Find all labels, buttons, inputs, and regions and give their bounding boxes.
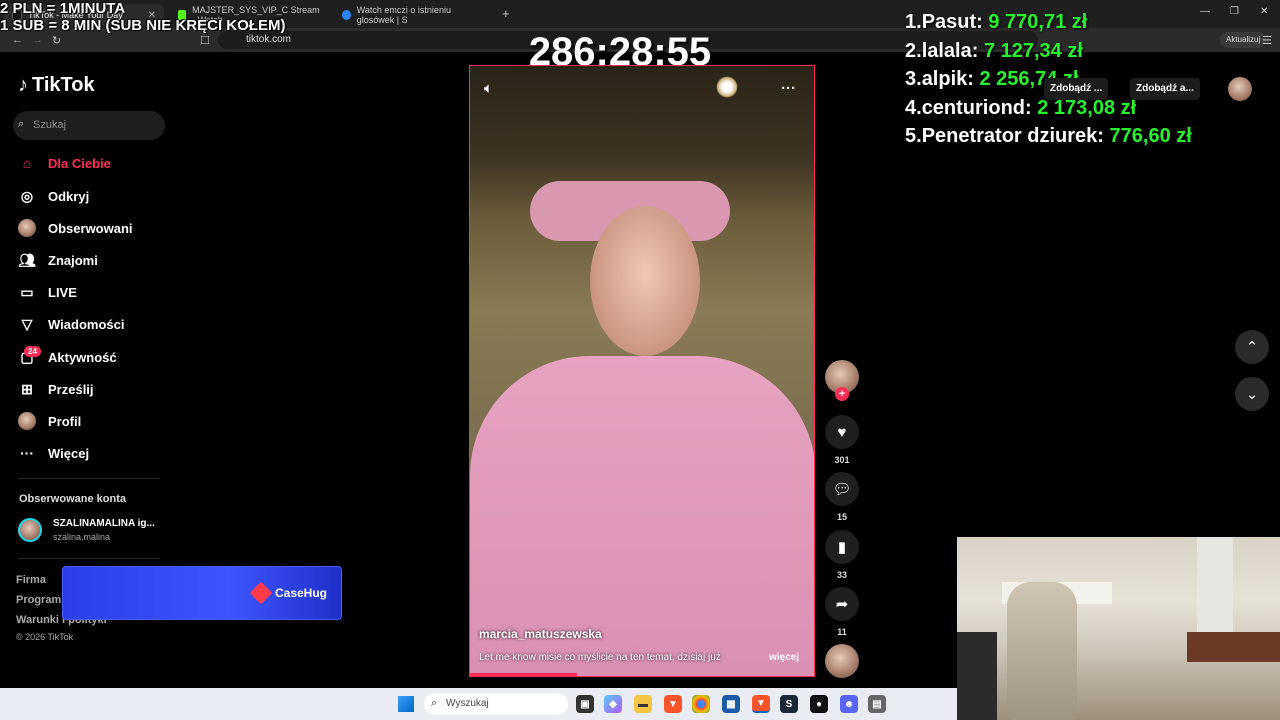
video-caption: Let me know misie co myślicie na ten tem…: [479, 652, 721, 663]
video-player[interactable]: [469, 65, 815, 677]
sub-rate-text: 1 SUB = 8 MIN (SUB NIE KRĘCI KOŁEM): [0, 17, 286, 34]
webcam-frame: [957, 632, 997, 720]
forward-icon[interactable]: →: [32, 34, 43, 46]
globe-favicon-icon: [342, 10, 351, 20]
share-icon: ➦: [835, 596, 849, 613]
like-button[interactable]: ♥: [825, 415, 859, 449]
nav-friends[interactable]: 👥︎ Znajomi: [18, 249, 98, 271]
leaderboard-row: 2.lalala: 7 127,34 zł: [905, 39, 1083, 62]
avatar: [18, 412, 36, 430]
send-icon: ▽: [21, 315, 33, 332]
more-icon: ···: [20, 445, 34, 461]
share-button[interactable]: ➦: [825, 587, 859, 621]
heart-icon: ♥: [837, 423, 847, 441]
search-icon: ⌕: [18, 118, 25, 130]
nav-explore[interactable]: ◎ Odkryj: [18, 185, 89, 207]
casehug-logo-icon: [249, 581, 273, 605]
nav-live[interactable]: ▭ LIVE: [18, 281, 77, 303]
video-frame: [716, 76, 738, 98]
live-tv-icon: ▭: [20, 283, 34, 300]
divider: [18, 558, 160, 559]
leaderboard-row: 5.Penetrator dziurek: 776,60 zł: [905, 125, 1192, 147]
friends-icon: 👥︎: [18, 251, 36, 268]
upload-icon: ⊞: [21, 380, 33, 397]
like-count: 301: [834, 455, 850, 465]
new-tab-icon[interactable]: +: [502, 6, 510, 21]
tab-title: Watch emczi o istnieniu glosówek | S: [356, 5, 451, 25]
nav-messages[interactable]: ▽ Wiadomości: [18, 313, 125, 335]
home-icon: ⌂: [22, 155, 32, 171]
share-count: 11: [837, 627, 847, 637]
webcam-frame: [1007, 582, 1077, 720]
search-input[interactable]: Szukaj: [13, 111, 165, 140]
brave-icon[interactable]: ▼: [664, 695, 682, 713]
tiktok-logo[interactable]: ♪ TikTok: [18, 74, 95, 97]
reload-icon[interactable]: ↻: [52, 34, 61, 47]
get-app-button[interactable]: Zdobądź a...: [1130, 78, 1200, 100]
brave-active-icon[interactable]: ▼: [752, 695, 770, 713]
footer-link-company[interactable]: Firma: [16, 574, 46, 586]
webcam-frame: [1187, 632, 1280, 662]
search-icon: ⌕: [431, 697, 438, 709]
footer-link-program[interactable]: Program: [16, 594, 61, 606]
calculator-icon[interactable]: ▤: [868, 695, 886, 713]
app-icon[interactable]: ●: [810, 695, 828, 713]
steam-icon[interactable]: S: [780, 695, 798, 713]
discord-icon[interactable]: ☻: [840, 695, 858, 713]
followed-accounts-header: Obserwowane konta: [19, 493, 126, 505]
previous-video-button[interactable]: ⌃: [1235, 330, 1269, 364]
copilot-icon[interactable]: ◆: [604, 695, 622, 713]
activity-badge: 24: [24, 346, 41, 357]
caption-more-link[interactable]: więcej: [769, 652, 799, 663]
windows-start-icon[interactable]: [398, 696, 414, 712]
streamer-webcam: [957, 537, 1280, 720]
task-view-icon[interactable]: ▣: [576, 695, 594, 713]
volume-icon[interactable]: 🔈︎: [484, 80, 493, 97]
nav-more[interactable]: ··· Więcej: [18, 442, 89, 464]
follow-plus-icon[interactable]: +: [835, 387, 849, 401]
nav-following[interactable]: Obserwowani: [18, 217, 133, 239]
followed-account-name[interactable]: SZALINAMALINA ig...: [53, 518, 155, 529]
donation-rate-text: 2 PLN = 1MINUTA: [0, 0, 126, 17]
nav-for-you[interactable]: ⌂ Dla Ciebie: [18, 152, 111, 174]
leaderboard-row: 1.Pasut: 9 770,71 zł: [905, 11, 1088, 33]
followed-account-handle: szalina.malina: [53, 532, 111, 542]
chrome-icon[interactable]: [692, 695, 710, 713]
bookmark-icon: ▮: [837, 539, 847, 556]
store-icon[interactable]: ▦: [722, 695, 740, 713]
save-count: 33: [836, 570, 847, 580]
chevron-down-icon: ⌄: [1245, 386, 1259, 403]
file-explorer-icon[interactable]: ▬: [634, 695, 652, 713]
profile-avatar[interactable]: [1228, 77, 1252, 101]
copyright-text: © 2026 TikTok: [16, 632, 74, 642]
bookmark-icon[interactable]: ☐: [200, 34, 210, 47]
taskbar-search-input[interactable]: Wyszukaj: [424, 693, 568, 715]
avatar[interactable]: [18, 518, 42, 542]
comment-button[interactable]: 💬︎: [825, 472, 859, 506]
sound-disc-avatar[interactable]: [825, 644, 859, 678]
video-author[interactable]: marcia_matuszewska: [479, 627, 602, 641]
more-options-icon[interactable]: ···: [781, 80, 796, 97]
get-coins-button[interactable]: Zdobądź ...: [1044, 78, 1109, 100]
avatar: [18, 219, 36, 237]
next-video-button[interactable]: ⌄: [1235, 377, 1269, 411]
casehug-banner[interactable]: CaseHug: [62, 566, 342, 620]
back-icon[interactable]: ←: [12, 34, 23, 46]
comment-icon: 💬︎: [832, 481, 852, 498]
video-progress-bar[interactable]: [470, 673, 577, 676]
nav-profile[interactable]: Profil: [18, 410, 81, 432]
browser-tab-watch[interactable]: Watch emczi o istnieniu glosówek | S: [334, 4, 494, 26]
save-button[interactable]: ▮: [825, 530, 859, 564]
video-frame: [590, 206, 700, 356]
chevron-up-icon: ⌃: [1245, 339, 1259, 356]
tiktok-note-icon: ♪: [18, 74, 28, 96]
divider: [18, 478, 160, 479]
nav-upload[interactable]: ⊞ Prześlij: [18, 378, 93, 400]
comment-count: 15: [836, 512, 847, 522]
compass-icon: ◎: [20, 187, 34, 204]
